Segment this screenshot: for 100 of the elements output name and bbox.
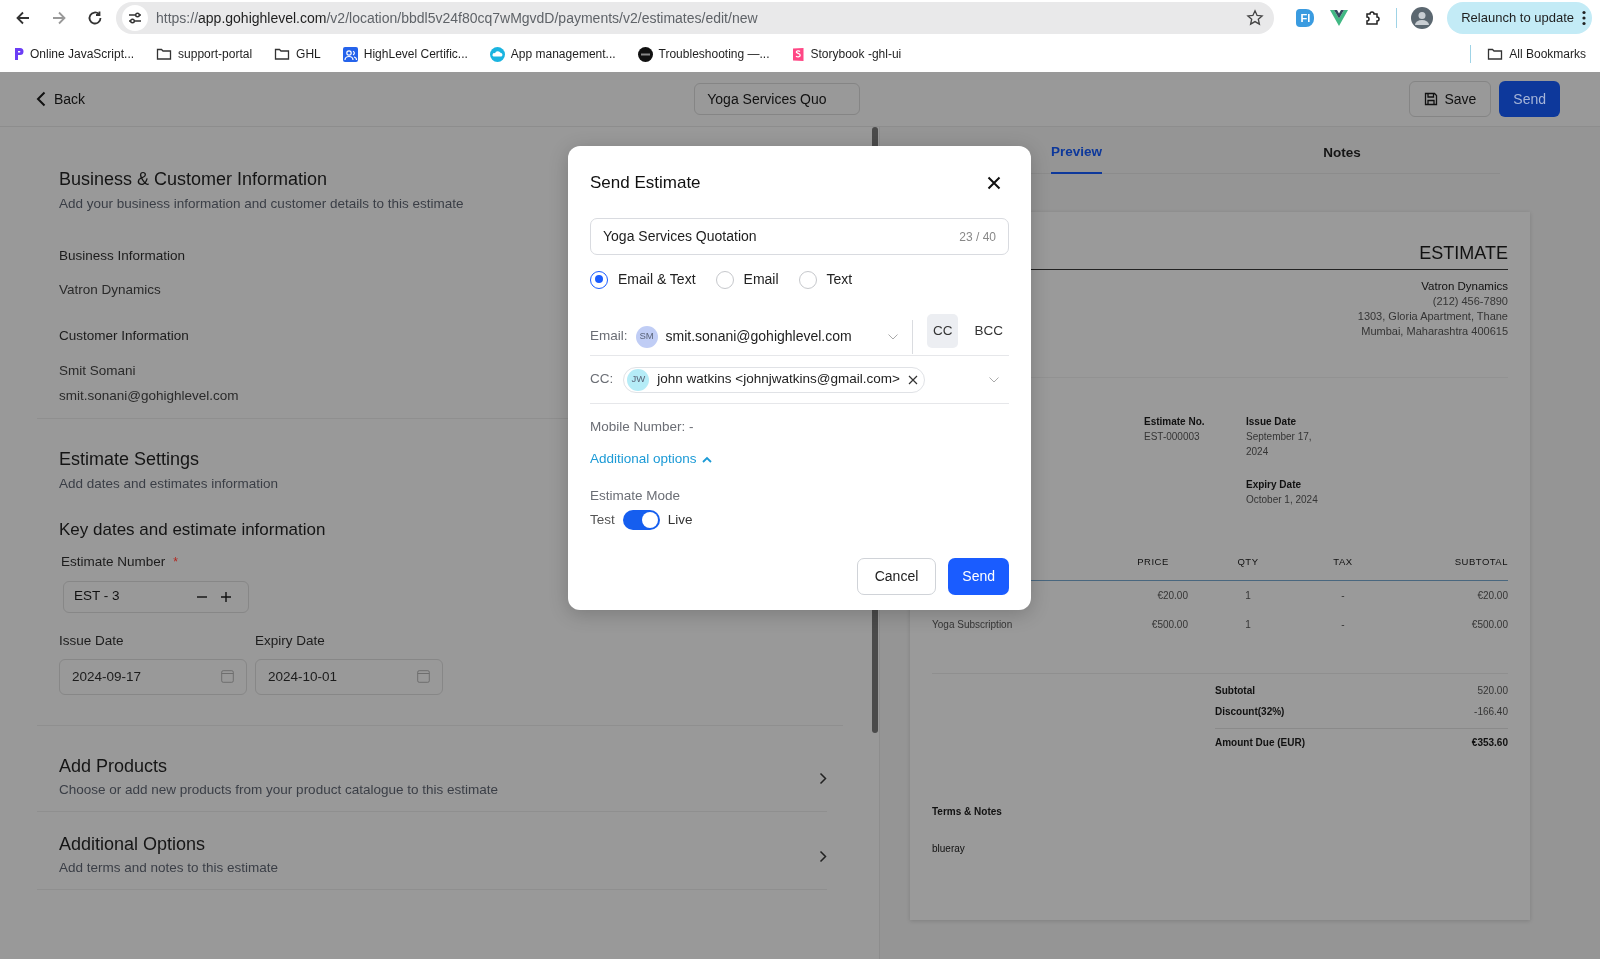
column-header: TAX [1332,555,1354,569]
site-settings-icon[interactable] [122,5,148,31]
total-value: -166.40 [1474,705,1508,720]
extensions-icon[interactable] [1364,9,1383,27]
all-bookmarks-button[interactable]: All Bookmarks [1487,45,1586,63]
table-cell-text: 1 [1244,618,1252,633]
section-row[interactable]: Add Products Choose or add new products from your product catalogue to this estimate [37,725,827,812]
mode-switch[interactable] [622,509,660,530]
bookmark[interactable]: Troubleshooting —... [637,45,770,63]
field-label: Business Information [59,246,186,265]
date-field[interactable]: 2024-09-17 [59,658,247,695]
chevron-down-icon [989,376,999,383]
people-icon [342,46,358,62]
email-select[interactable]: Email: SM smit.sonani@gohighlevel.com [590,325,898,348]
column-header: PRICE [1136,555,1170,569]
bookmark[interactable]: GHL [274,45,321,63]
subject-field[interactable]: Yoga Services Quotation 23 / 40 [590,218,1009,255]
folder-icon [274,46,291,62]
business-name: Vatron Dynamics [59,281,161,300]
calendar-icon [221,670,234,684]
table-cell-text: €20.00 [1156,589,1188,604]
field-label: Issue Date [59,631,124,650]
copy-toggle[interactable]: BCC [968,314,1009,348]
bookmark[interactable]: HighLevel Certific... [342,45,468,63]
save-icon [1424,92,1439,106]
address-bar[interactable]: https://app.gohighlevel.com/v2/location/bbdl5v24f80cq7wMgvdD/payments/v2/estimates/edit/new [116,2,1275,34]
terms-text: blueray [932,842,966,857]
switch-label: Test [590,510,615,529]
info-value: EST-000003 [1144,430,1201,444]
field-label: CC: [590,370,614,389]
bookmark[interactable]: Online JavaScript... [14,45,135,63]
back-link[interactable]: Back [36,88,86,110]
forward-icon [50,9,68,27]
character-count: 23 / 40 [959,228,996,246]
total-value: €353.60 [1471,736,1508,751]
total-value: 520.00 [1477,684,1508,699]
info-label: Estimate No. [1144,415,1206,429]
column-header: QTY [1236,555,1260,569]
dark-logo-icon [637,46,653,62]
field-label: Estimate Mode [590,486,682,505]
section-title: Business & Customer Information [59,169,328,191]
folder-icon [1487,46,1504,62]
date-field[interactable]: 2024-10-01 [255,658,443,695]
send-button[interactable]: Send [1499,81,1560,117]
item-name: Yoga Subscription [932,618,1014,633]
radio-option[interactable]: Email [715,269,779,290]
title-input[interactable]: Yoga Services Quo [694,83,861,115]
mobile-number: Mobile Number: - [590,418,695,436]
info-value: October 1, 2024 [1246,493,1319,507]
customer-email: smit.sonani@gohighlevel.com [59,386,239,405]
close-icon [987,176,1001,190]
company-detail: (212) 456-7890 [1432,294,1508,309]
dialog-title: Send Estimate [590,172,701,194]
company-detail: Mumbai, Maharashtra 400615 [1361,324,1508,339]
field-label: Email: [590,327,628,346]
table-cell-text: €20.00 [1476,589,1508,604]
save-button[interactable]: Save [1409,81,1492,117]
terms-title: Terms & Notes [932,805,1003,820]
field-label: Customer Information [59,327,189,346]
bookmark[interactable]: App management... [489,45,616,63]
section-subtitle: Add terms and notes to this estimate [59,859,279,878]
reload-icon [86,9,104,27]
cloud-logo-icon [489,46,505,62]
section-title: Add Products [59,755,168,778]
copy-toggle[interactable]: CC [927,314,959,348]
chevron-up-icon [701,455,712,463]
section-subtitle: Choose or add new products from your product catalogue to this estimate [59,781,498,800]
group-title: Key dates and estimate information [59,519,326,541]
cancel-button[interactable]: Cancel [856,558,937,595]
calendar-icon [417,670,430,684]
total-label: Amount Due (EUR) [1215,736,1305,751]
table-cell-text: - [1340,589,1346,604]
relaunch-button[interactable]: Relaunch to update [1447,2,1592,34]
star-icon[interactable] [1246,9,1265,27]
radio-option[interactable]: Email & Text [590,269,696,290]
section-row[interactable]: Additional Options Add terms and notes to this estimate [37,811,827,890]
cc-select[interactable]: CC: JW john watkins <johnjwatkins@gmail.com> [590,356,1009,404]
tab[interactable]: Notes [1323,127,1361,174]
total-label: Subtotal [1215,684,1255,699]
chevron-right-icon [819,849,827,863]
number-stepper[interactable]: EST - 3 [63,580,249,613]
send-button[interactable]: Send [948,558,1009,595]
more-icon [1582,10,1586,26]
triangle-logo-icon[interactable] [1330,10,1349,26]
table-cell-text: - [1340,618,1346,633]
bookmark[interactable]: Storybook -ghl-ui [791,45,902,63]
url-text: https://app.gohighlevel.com/v2/location/bbdl5v24f80cq7wMgvdD/payments/v2/estimates/edit/new [156,8,758,28]
section-title: Estimate Settings [59,449,200,471]
folder-icon [156,46,173,62]
column-header: SUBTOTAL [1453,555,1508,569]
field-label: Expiry Date [255,631,325,650]
table-cell-text: 1 [1244,589,1252,604]
chevron-right-icon [819,771,827,785]
profile-avatar[interactable] [1411,7,1434,29]
chevron-down-icon [888,333,898,340]
plus-icon [220,590,232,603]
remove-icon[interactable] [907,374,918,385]
info-label: Expiry Date [1246,478,1303,492]
bookmark[interactable]: support-portal [156,45,253,63]
radio-option[interactable]: Text [798,269,853,290]
